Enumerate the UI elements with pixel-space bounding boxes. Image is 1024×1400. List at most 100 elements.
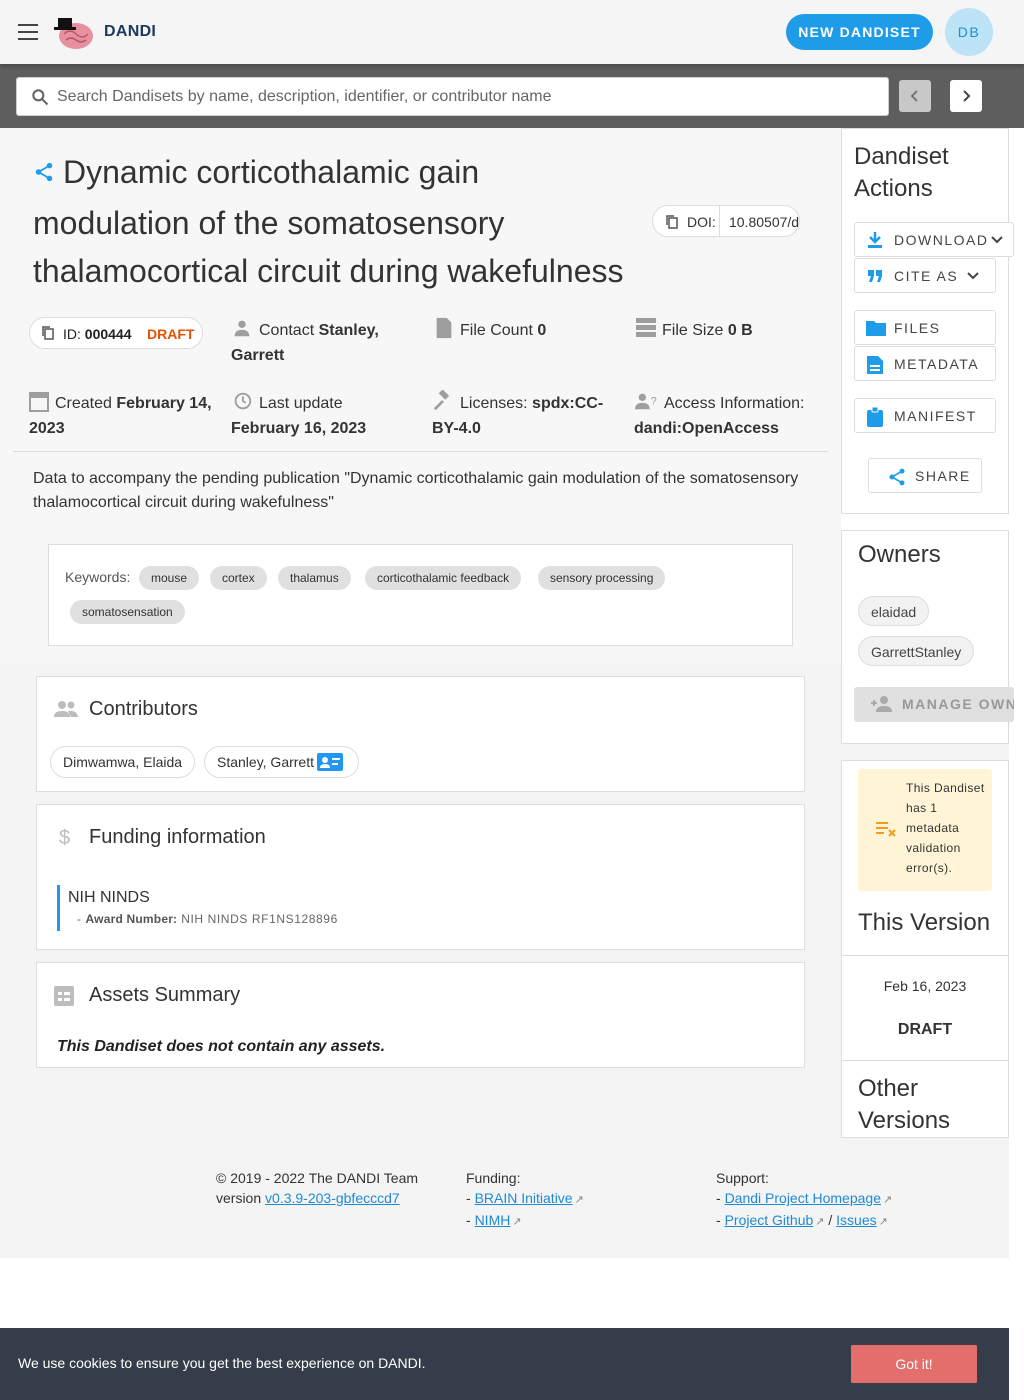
homepage-link[interactable]: Dandi Project Homepage — [725, 1190, 881, 1206]
version-panel: This Dandiset has 1 metadata validation … — [841, 760, 1009, 1138]
manifest-button[interactable]: MANIFEST — [854, 398, 996, 433]
copy-icon[interactable] — [665, 214, 679, 230]
new-dandiset-button[interactable]: NEW DANDISET — [786, 14, 933, 50]
search-field[interactable] — [16, 77, 889, 116]
owner-chip[interactable]: elaidad — [858, 596, 930, 626]
award-label: Award Number: — [85, 912, 178, 926]
keyword-chip[interactable]: corticothalamic feedback — [365, 566, 522, 590]
keyword-chip[interactable]: thalamus — [278, 566, 351, 590]
last-update: Last update February 16, 2023 — [231, 390, 421, 441]
share-button[interactable]: SHARE — [868, 458, 982, 493]
contributor-chip[interactable]: Stanley, Garrett — [204, 746, 360, 778]
nimh-link[interactable]: NIMH — [475, 1212, 511, 1228]
chevron-down-icon — [967, 272, 979, 280]
validation-warning[interactable]: This Dandiset has 1 metadata validation … — [858, 769, 992, 891]
file-count: File Count 0 — [434, 317, 624, 343]
download-icon — [868, 232, 882, 248]
search-input[interactable] — [57, 78, 877, 115]
contributor-name: Dimwamwa, Elaida — [63, 754, 183, 770]
external-link-icon: ↗ — [882, 1194, 893, 1206]
share-label: SHARE — [915, 468, 971, 484]
share-icon[interactable] — [33, 148, 55, 196]
keyword-chip[interactable]: sensory processing — [538, 566, 666, 590]
metadata-button[interactable]: METADATA — [854, 346, 996, 381]
menu-icon[interactable] — [18, 24, 38, 40]
doi-divider — [719, 206, 720, 236]
download-button[interactable]: DOWNLOAD — [854, 222, 1014, 257]
contributors-card: Contributors Dimwamwa, Elaida Stanley, G… — [36, 676, 805, 792]
owners-panel: Owners elaidad GarrettStanley MANAGE OWN… — [841, 530, 1014, 744]
award-number: - Award Number: NIH NINDS RF1NS128896 — [77, 912, 338, 926]
brain-initiative-link[interactable]: BRAIN Initiative — [475, 1190, 573, 1206]
version-link[interactable]: v0.3.9-203-gbfecccd7 — [265, 1190, 400, 1206]
prev-page-button[interactable] — [899, 80, 931, 112]
this-version-title: This Version — [858, 909, 991, 936]
owners-title: Owners — [858, 541, 941, 568]
dandiset-title: Dynamic corticothalamic gain modulation … — [33, 148, 643, 295]
files-label: FILES — [894, 320, 941, 336]
external-link-icon: ↗ — [574, 1194, 584, 1206]
cookie-banner: We use cookies to ensure you get the bes… — [0, 1328, 1009, 1400]
copy-icon[interactable] — [41, 325, 55, 341]
user-avatar[interactable]: DB — [945, 8, 993, 56]
doi-chip[interactable]: DOI: 10.80507/dandi.000444 — [652, 205, 800, 237]
cite-as-button[interactable]: CITE AS — [854, 258, 996, 293]
metadata-label: METADATA — [894, 356, 980, 372]
chevron-down-icon — [991, 236, 1003, 244]
contact-label: Contact — [259, 322, 315, 339]
id-label: ID: — [63, 326, 81, 342]
funder-name: NIH NINDS — [68, 889, 150, 906]
dandi-logo[interactable] — [52, 10, 96, 57]
last-update-value: February 16, 2023 — [231, 420, 367, 437]
file-icon — [436, 317, 452, 339]
validation-warning-text: This Dandiset has 1 metadata validation … — [906, 781, 985, 875]
cookie-accept-button[interactable]: Got it! — [851, 1345, 977, 1383]
keywords-label: Keywords: — [65, 569, 131, 585]
app-bar: DANDI NEW DANDISET DB — [0, 0, 1024, 64]
contributor-chip[interactable]: Dimwamwa, Elaida — [50, 746, 196, 778]
chevron-right-icon — [963, 90, 971, 102]
svg-text:$: $ — [59, 827, 70, 848]
access-label: Access Information: — [664, 395, 805, 412]
external-link-icon: ↗ — [512, 1216, 522, 1228]
chevron-left-icon — [910, 90, 918, 102]
person-icon — [234, 320, 250, 337]
footer-support-column: Support: - Dandi Project Homepage ↗ - Pro… — [716, 1168, 892, 1232]
other-versions-line1: Other — [858, 1075, 919, 1102]
clipboard-icon — [867, 407, 883, 427]
footer: © 2019 - 2022 The DANDI Team version v0.… — [0, 1158, 1009, 1258]
access-icon: ? — [635, 393, 657, 410]
version-label[interactable]: DRAFT — [842, 1021, 1008, 1039]
id-chip[interactable]: ID: 000444 DRAFT — [29, 317, 203, 349]
keyword-chip[interactable]: somatosensation — [70, 600, 185, 624]
owner-chip[interactable]: GarrettStanley — [858, 636, 975, 666]
contact-info: Contact Stanley, Garrett — [231, 317, 421, 368]
dandiset-id: ID: 000444 — [63, 326, 132, 342]
people-icon — [54, 701, 78, 717]
support-link-row: - Dandi Project Homepage ↗ — [716, 1190, 893, 1206]
contributors-title: Contributors — [89, 698, 198, 720]
storage-icon — [636, 318, 656, 337]
doi-label: DOI: — [687, 214, 716, 230]
keyword-chip[interactable]: cortex — [210, 566, 267, 590]
issues-link[interactable]: Issues — [836, 1212, 876, 1228]
file-size-label: File Size — [662, 322, 724, 339]
version-divider — [842, 955, 1008, 956]
calendar-icon — [29, 392, 49, 412]
github-link[interactable]: Project Github — [725, 1212, 814, 1228]
actions-title-line1: Dandiset — [854, 143, 949, 170]
next-page-button[interactable] — [950, 80, 982, 112]
support-label: Support: — [716, 1170, 769, 1186]
dandiset-description: Data to accompany the pending publicatio… — [33, 470, 799, 511]
access-value: dandi:OpenAccess — [634, 420, 779, 437]
manage-owners-label: MANAGE OWNERS — [902, 696, 1014, 712]
keywords-panel: Keywords: mouse cortex thalamus corticot… — [48, 544, 793, 646]
quote-icon — [868, 270, 882, 282]
brand-name[interactable]: DANDI — [104, 23, 156, 41]
keyword-chip[interactable]: mouse — [139, 566, 200, 590]
external-link-icon: ↗ — [815, 1216, 825, 1228]
files-button[interactable]: FILES — [854, 310, 996, 345]
funding-title: Funding information — [89, 826, 266, 848]
manage-owners-button[interactable]: MANAGE OWNERS — [854, 687, 1014, 722]
no-assets-message: This Dandiset does not contain any asset… — [57, 1038, 386, 1055]
